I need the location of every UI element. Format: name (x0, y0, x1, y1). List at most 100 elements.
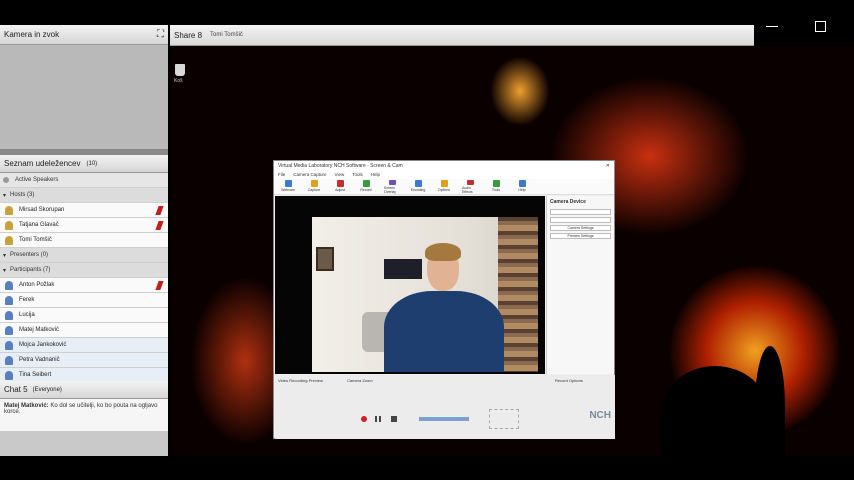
person-icon (5, 325, 13, 335)
picture-frame (316, 247, 334, 271)
chat-scope[interactable]: (Everyone) (33, 387, 62, 393)
attendee-row[interactable]: Mirsad Skorupan (0, 203, 168, 218)
camera-pod-header: Kamera in zvok ⛶ (0, 25, 168, 45)
person-icon (5, 340, 13, 350)
attendee-row[interactable]: Anton Požlak (0, 278, 168, 293)
tool-icon (414, 179, 422, 187)
timeline-bar[interactable] (419, 417, 469, 421)
resolution-select[interactable] (550, 217, 611, 223)
tool-icon (310, 179, 318, 187)
camera-settings-button[interactable]: Camera Settings (550, 225, 611, 231)
attendees-pod-header: Seznam udeležencev (10) (0, 155, 168, 173)
preview-settings-button[interactable]: Preview Settings (550, 233, 611, 239)
attendee-name: Matej Matković (19, 327, 60, 333)
person-icon (5, 370, 13, 380)
menu-item[interactable]: Tools (352, 172, 363, 178)
toolbar-button[interactable]: Options (436, 179, 452, 194)
toolbar-button[interactable]: Record (358, 179, 374, 194)
toolbar-button[interactable]: Audio Effects (462, 179, 478, 194)
attendee-count: (10) (86, 160, 98, 167)
person-body (384, 291, 504, 372)
attendee-list: ▾ Hosts (3) Mirsad Skorupan Tatjana Glavač T… (0, 188, 168, 383)
attendee-row[interactable]: Lucija (0, 308, 168, 323)
toolbar-button[interactable]: Capture (306, 179, 322, 194)
video-preview (275, 196, 545, 374)
pause-icon[interactable] (375, 416, 381, 422)
wallpaper-glow (490, 56, 550, 126)
close-icon[interactable]: ✕ (606, 163, 610, 169)
recorder-controls: Video Recording Preview Camera Zoom Reco… (275, 375, 615, 439)
person-icon (5, 310, 13, 320)
toolbar-button[interactable]: Screen Overlay (384, 179, 400, 194)
attendee-name: Mirsad Skorupan (19, 207, 65, 213)
toolbar-button[interactable]: Help (514, 179, 530, 194)
person-icon (5, 220, 13, 230)
device-select[interactable] (550, 209, 611, 215)
tool-icon (440, 179, 448, 187)
menu-item[interactable]: View (335, 172, 345, 178)
toolbar-button[interactable]: Encoding (410, 179, 426, 194)
device-panel: Camera Device Camera Settings Preview Se… (546, 196, 614, 374)
attendees-pod-title: Seznam udeležencev (4, 159, 81, 168)
attendee-group-header[interactable]: ▾ Hosts (3) (0, 188, 168, 203)
person-icon (5, 205, 13, 215)
active-speakers-label: Active Speakers (15, 177, 59, 183)
tool-label: Screen Overlay (384, 185, 397, 194)
toolbar-button[interactable]: Adjust (332, 179, 348, 194)
recorder-toolbar: Webcam Capture Adjust Record Screen Overlay E… (274, 179, 614, 195)
camera-pod-body (0, 45, 168, 149)
maximize-icon[interactable] (815, 20, 826, 32)
camera-pod-title: Kamera in zvok (4, 30, 60, 39)
attendee-group-label: Presenters (0) (10, 252, 49, 258)
device-panel-title: Camera Device (550, 199, 586, 205)
attendee-row[interactable]: Tatjana Glavač (0, 218, 168, 233)
toolbar-button[interactable]: Webcam (280, 179, 296, 194)
tool-icon (284, 179, 292, 187)
share-pod-header: Share 8 Tomi Tomšič (170, 25, 754, 46)
toolbar-button[interactable]: Tools (488, 179, 504, 194)
collapse-icon[interactable]: ▾ (3, 267, 6, 274)
tool-label: Adjust (335, 187, 345, 192)
minimize-icon[interactable] (766, 25, 778, 27)
attendee-group-header[interactable]: ▾ Presenters (0) (0, 248, 168, 263)
menu-item[interactable]: Help (371, 172, 380, 178)
attendee-row[interactable]: Petra Vadnanič (0, 353, 168, 368)
collapse-icon[interactable]: ▾ (3, 252, 6, 259)
attendee-group-header[interactable]: ▾ Participants (7) (0, 263, 168, 278)
person-icon (5, 235, 13, 245)
fullscreen-icon[interactable]: ⛶ (157, 29, 164, 40)
attendee-name: Anton Požlak (19, 282, 55, 288)
attendee-name: Ferek (19, 297, 35, 303)
attendee-row[interactable]: Matej Matković (0, 323, 168, 338)
tool-icon (362, 179, 370, 187)
bookshelf (498, 217, 538, 372)
thumbnail-slot (489, 409, 519, 429)
speaker-icon (3, 177, 9, 183)
microphone-icon (155, 280, 164, 290)
menu-item[interactable]: File (278, 172, 285, 178)
recycle-bin-icon[interactable] (175, 64, 185, 76)
active-speakers-row: Active Speakers (0, 173, 168, 188)
brand-logo: NCH (589, 410, 611, 421)
tool-label: Capture (307, 187, 321, 192)
recorder-menubar: File Camera Capture View Tools Help (274, 171, 614, 179)
stop-icon[interactable] (391, 416, 397, 422)
crowd-silhouette (755, 346, 785, 456)
crowd-silhouette (660, 366, 770, 456)
menu-item[interactable]: Camera Capture (293, 172, 326, 178)
attendee-group-label: Participants (7) (10, 267, 51, 273)
screen: Kamera in zvok ⛶ Seznam udeležencev (10)… (0, 0, 854, 480)
tool-icon (388, 179, 396, 185)
webcam-feed (312, 217, 538, 372)
person-icon (5, 295, 13, 305)
tool-label: Audio Effects (462, 185, 473, 194)
attendee-row[interactable]: Ferek (0, 293, 168, 308)
attendee-row[interactable]: Tomi Tomšič (0, 233, 168, 248)
record-icon[interactable] (361, 416, 367, 422)
chat-pod-header: Chat 5 (Everyone) (0, 381, 168, 399)
zoom-label: Camera Zoom (347, 378, 373, 383)
microphone-icon (155, 220, 164, 230)
attendee-row[interactable]: Mojca Jankoković (0, 338, 168, 353)
wall-art (384, 259, 422, 279)
collapse-icon[interactable]: ▾ (3, 192, 6, 199)
